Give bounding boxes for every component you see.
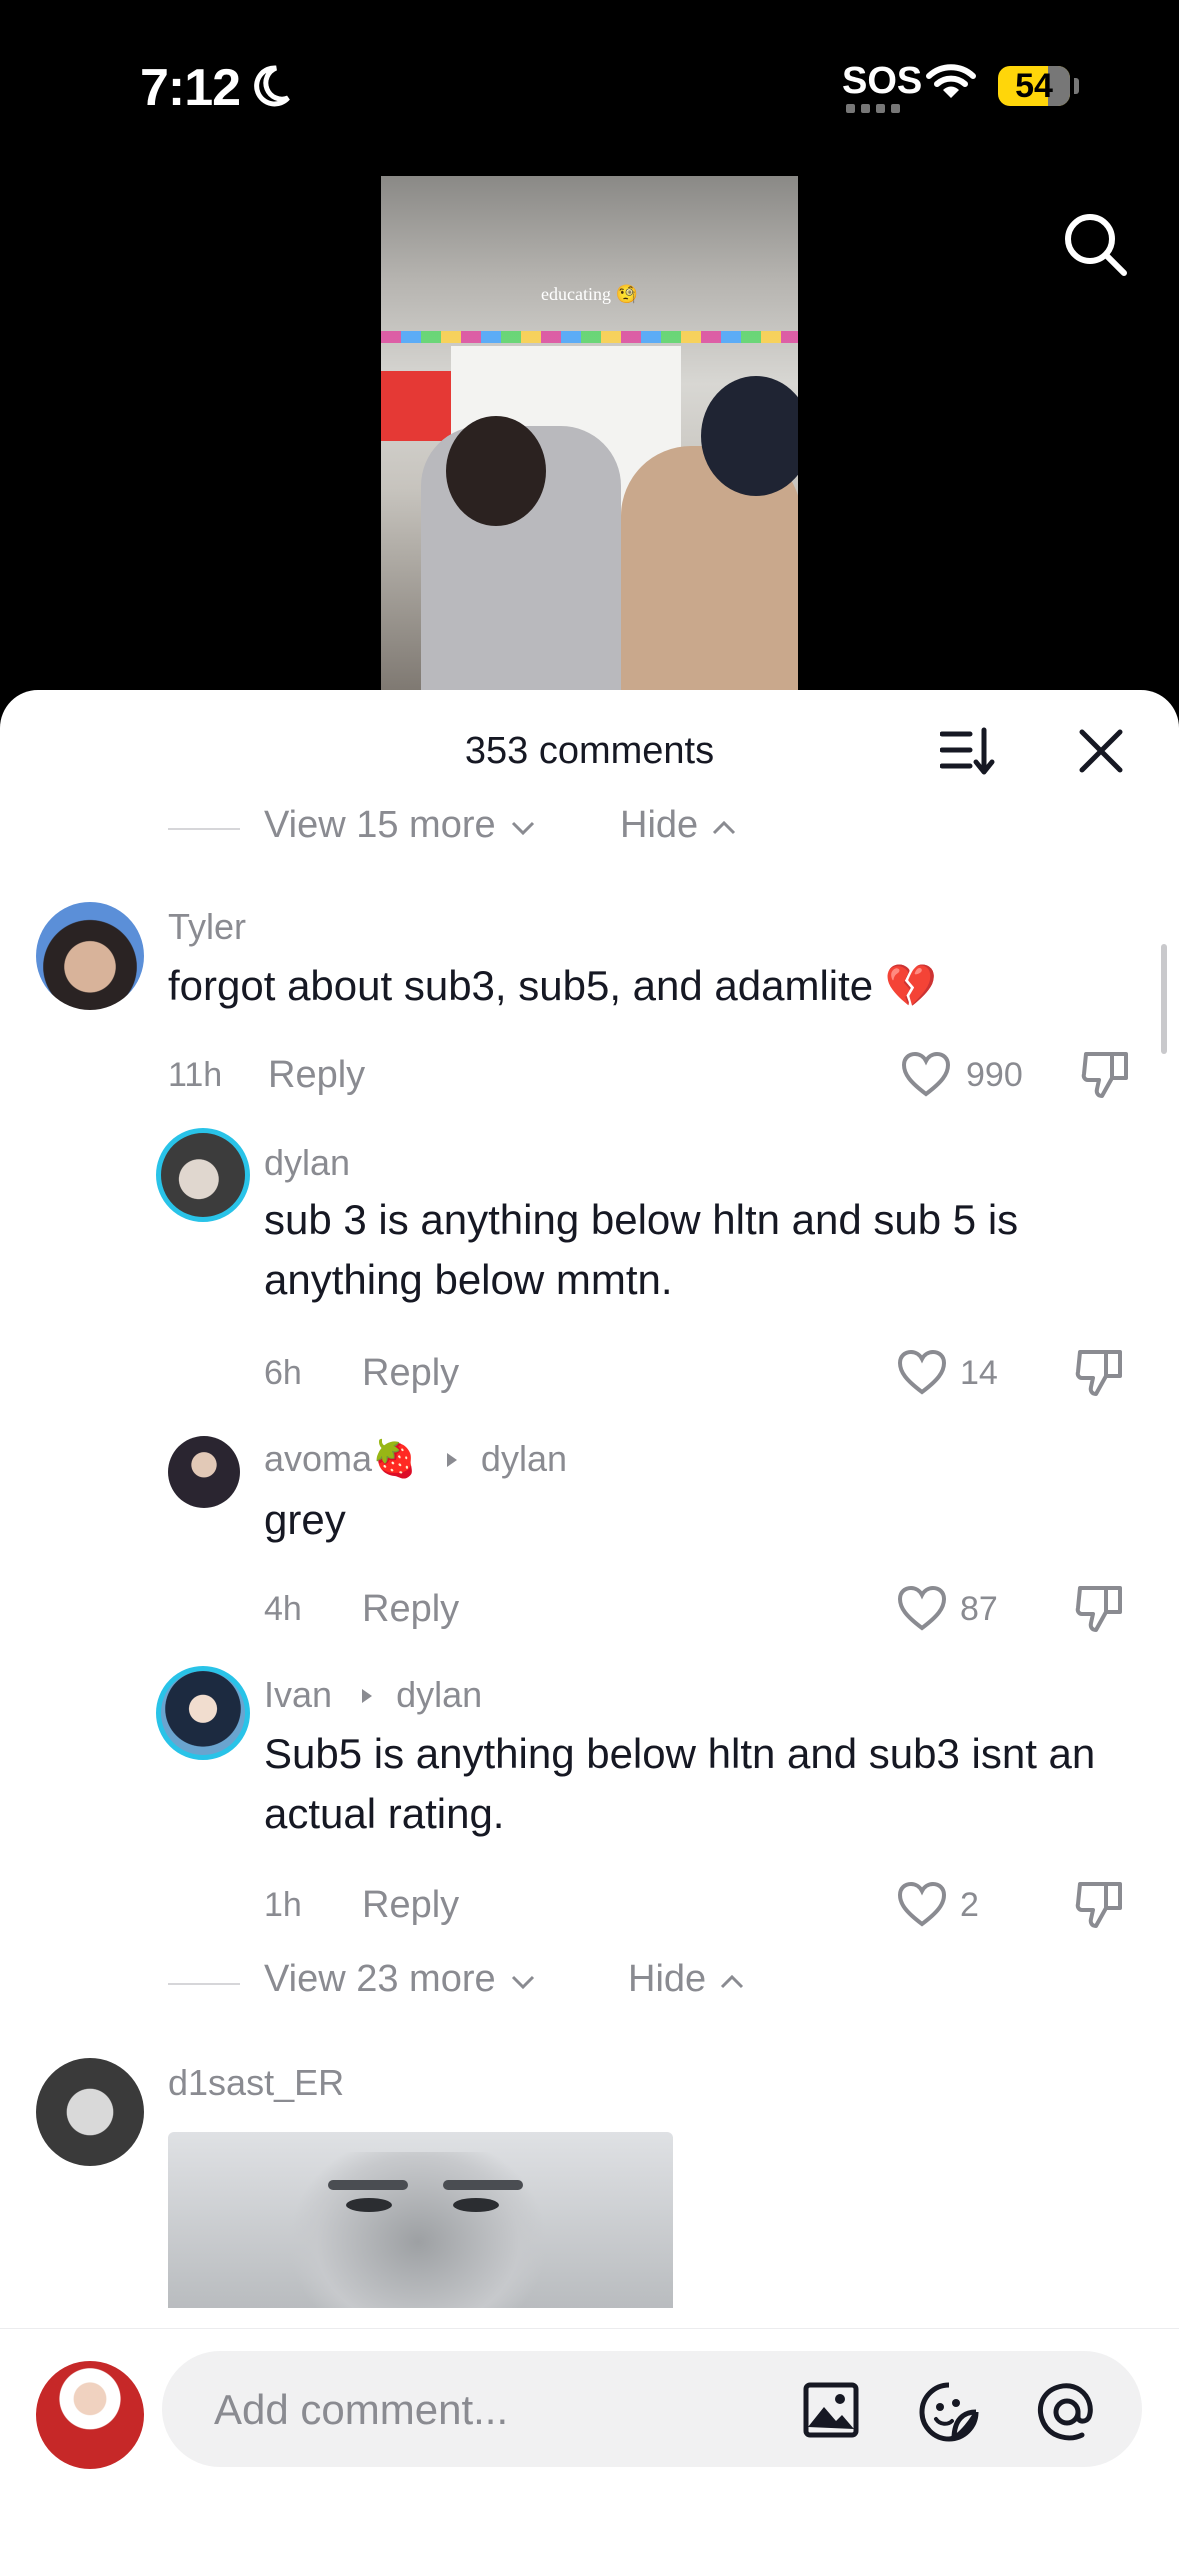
chevron-down-icon	[512, 821, 535, 836]
chevron-up-icon	[712, 820, 735, 835]
hide-label: Hide	[628, 1958, 707, 2000]
reply-time: 4h	[264, 1590, 302, 1628]
scrollbar[interactable]	[1161, 944, 1167, 1054]
dislike-icon[interactable]	[1074, 1346, 1126, 1400]
sticker-icon[interactable]	[918, 2381, 980, 2443]
gif-eye	[346, 2198, 392, 2212]
image-icon[interactable]	[802, 2381, 860, 2439]
reply-button[interactable]: Reply	[362, 1352, 459, 1395]
reply-arrow-icon	[362, 1689, 373, 1703]
moon-icon	[254, 65, 290, 107]
sort-icon[interactable]	[940, 726, 996, 776]
avatar[interactable]	[156, 1666, 250, 1760]
dislike-icon[interactable]	[1080, 1048, 1132, 1102]
wifi-icon	[926, 64, 976, 98]
thread-line	[168, 1983, 240, 1985]
view-more-label: View 23 more	[264, 1958, 496, 2000]
heart-icon[interactable]	[900, 1050, 952, 1098]
heart-icon[interactable]	[896, 1584, 948, 1632]
comment-username[interactable]: Tyler	[168, 906, 246, 948]
hide-button[interactable]: Hide	[628, 1958, 745, 2001]
like-count: 87	[960, 1590, 998, 1628]
heart-icon[interactable]	[896, 1348, 948, 1396]
reply-username-text: Ivan	[264, 1674, 333, 1715]
reply-username[interactable]: avoma🍓 dylan	[264, 1438, 567, 1480]
like-count: 2	[960, 1886, 979, 1924]
reply-to-username: dylan	[396, 1674, 483, 1715]
search-icon[interactable]	[1062, 211, 1130, 279]
comment-time: 11h	[168, 1056, 223, 1094]
dislike-icon[interactable]	[1074, 1878, 1126, 1932]
heart-icon[interactable]	[896, 1880, 948, 1928]
chevron-down-icon	[512, 1975, 535, 1990]
comment-text: forgot about sub3, sub5, and adamlite 💔	[168, 962, 938, 1009]
status-bar: 7:12 SOS 54	[0, 0, 1179, 150]
status-time: 7:12	[140, 59, 241, 117]
avatar[interactable]	[36, 2058, 144, 2166]
reply-button[interactable]: Reply	[362, 1884, 459, 1927]
hide-label: Hide	[620, 804, 699, 846]
view-more-label: View 15 more	[264, 804, 496, 846]
reply-arrow-icon	[446, 1453, 457, 1467]
reply-button[interactable]: Reply	[268, 1054, 365, 1097]
string-lights	[381, 331, 798, 343]
comment-username[interactable]: d1sast_ER	[168, 2062, 344, 2104]
reply-username-text: avoma🍓	[264, 1438, 417, 1479]
battery-tip	[1074, 78, 1079, 94]
battery-indicator: 54	[998, 66, 1070, 106]
like-count: 14	[960, 1354, 998, 1392]
view-more-button[interactable]: View 23 more	[264, 1958, 536, 2001]
reply-time: 6h	[264, 1354, 302, 1392]
like-count: 990	[966, 1056, 1023, 1094]
reply-username[interactable]: Ivan dylan	[264, 1674, 482, 1716]
gif-brow	[443, 2180, 523, 2190]
gif-face	[288, 2152, 548, 2308]
close-icon[interactable]	[1078, 728, 1124, 774]
reply-text: grey	[264, 1496, 346, 1543]
comment-input[interactable]	[212, 2351, 836, 2469]
reply-text: sub 3 is anything below hltn and sub 5 i…	[264, 1196, 1019, 1303]
view-more-button[interactable]: View 15 more	[264, 804, 536, 847]
person-left-head	[446, 416, 546, 526]
comment-count: 353 comments	[464, 730, 715, 772]
comment-input-wrapper	[162, 2351, 1142, 2469]
thread-line	[168, 828, 240, 830]
poster	[381, 371, 451, 441]
reply-to-username: dylan	[480, 1438, 567, 1479]
reply-username[interactable]: dylan	[264, 1142, 350, 1184]
signal-dots	[846, 104, 906, 113]
video-caption: educating 🧐	[541, 284, 638, 304]
reply-time: 1h	[264, 1886, 302, 1924]
reply-text: Sub5 is anything below hltn and sub3 isn…	[264, 1730, 1096, 1837]
avatar[interactable]	[36, 902, 144, 1010]
video-preview[interactable]: educating 🧐	[381, 176, 798, 696]
comment-composer	[0, 2328, 1179, 2557]
avatar[interactable]	[156, 1128, 250, 1222]
avatar[interactable]	[36, 2361, 144, 2469]
avatar[interactable]	[168, 1436, 240, 1508]
mention-icon[interactable]	[1036, 2381, 1098, 2443]
chevron-up-icon	[720, 1974, 743, 1989]
gif-eye	[453, 2198, 499, 2212]
gif-brow	[328, 2180, 408, 2190]
hide-button[interactable]: Hide	[620, 804, 737, 847]
reply-button[interactable]: Reply	[362, 1588, 459, 1631]
sos-label: SOS	[842, 60, 923, 102]
gif-attachment[interactable]	[168, 2132, 673, 2308]
dislike-icon[interactable]	[1074, 1582, 1126, 1636]
